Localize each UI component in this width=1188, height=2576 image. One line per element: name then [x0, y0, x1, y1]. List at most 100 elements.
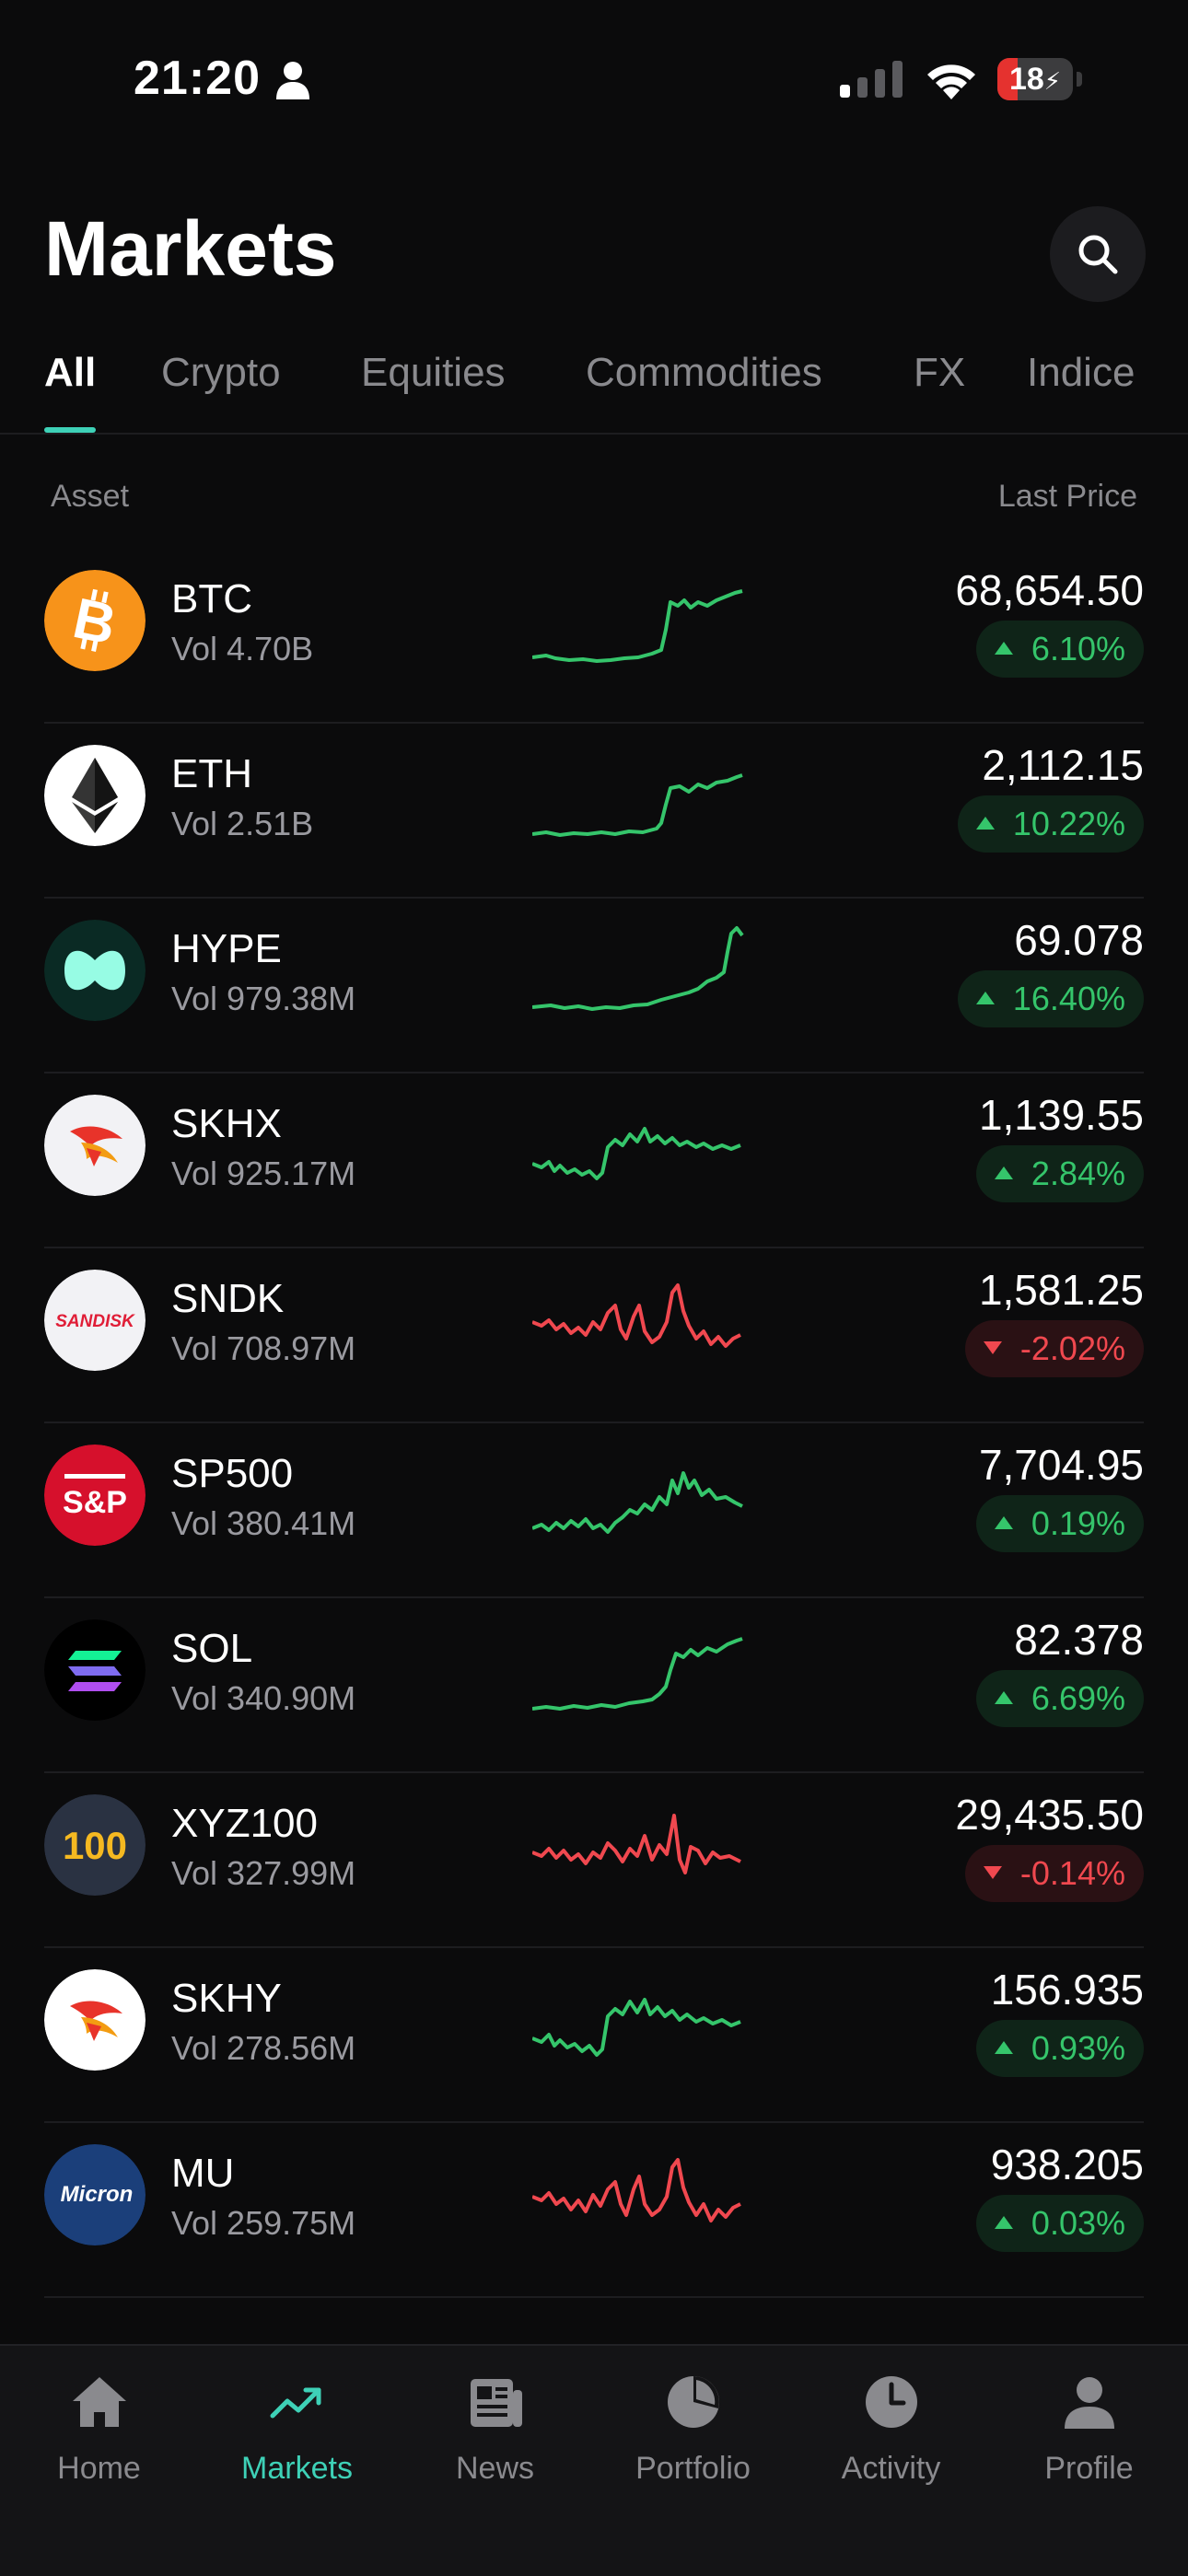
sparkline-chart	[532, 589, 743, 663]
caret-up-icon	[975, 992, 995, 1005]
status-time: 21:20	[134, 52, 261, 105]
caret-up-icon	[994, 1166, 1013, 1180]
asset-volume: Vol 979.38M	[171, 980, 356, 1017]
asset-volume: Vol 380.41M	[171, 1504, 356, 1542]
asset-volume: Vol 259.75M	[171, 2204, 356, 2242]
sparkline-chart	[532, 2158, 741, 2222]
asset-row-sol[interactable]: SOL Vol 340.90M 82.378 6.69%	[44, 1596, 1144, 1773]
pie-icon	[668, 2376, 719, 2428]
sparkline-chart	[532, 1283, 741, 1348]
caret-down-icon	[983, 1866, 1002, 1880]
home-icon	[73, 2377, 126, 2427]
asset-row-xyz100[interactable]: 100 XYZ100 Vol 327.99M 29,435.50 -0.14%	[44, 1771, 1144, 1948]
clock-icon	[866, 2376, 917, 2428]
asset-price: 1,581.25	[978, 1266, 1144, 1314]
change-badge: 0.03%	[975, 2195, 1144, 2252]
asset-symbol: ETH	[171, 751, 252, 796]
asset-volume: Vol 925.17M	[171, 1155, 356, 1192]
sandisk-logo: SANDISK	[44, 1270, 146, 1371]
sparkline-chart	[532, 1471, 743, 1534]
asset-volume: Vol 2.51B	[171, 805, 314, 842]
change-badge: 10.22%	[957, 795, 1144, 853]
nav-profile[interactable]: Profile	[990, 2372, 1188, 2510]
asset-price: 1,139.55	[978, 1091, 1144, 1139]
svg-text:SANDISK: SANDISK	[55, 1312, 135, 1331]
asset-row-mu[interactable]: Micron MU Vol 259.75M 938.205 0.03%	[44, 2121, 1144, 2298]
status-bar: 21:20 18⚡	[0, 0, 1188, 157]
asset-row-skhy[interactable]: SKHY Vol 278.56M 156.935 0.93%	[44, 1946, 1144, 2123]
trend-icon	[270, 2387, 321, 2419]
change-badge: 0.93%	[975, 2020, 1144, 2077]
caret-up-icon	[994, 642, 1013, 656]
tab-equities[interactable]: Equities	[361, 350, 506, 396]
caret-up-icon	[975, 817, 995, 830]
change-badge: 0.19%	[975, 1495, 1144, 1552]
asset-price: 938.205	[990, 2141, 1144, 2188]
tab-all[interactable]: All	[44, 350, 96, 396]
asset-symbol: SKHY	[171, 1976, 282, 2021]
caret-down-icon	[983, 1341, 1002, 1355]
caret-up-icon	[994, 1516, 1013, 1530]
asset-symbol: XYZ100	[171, 1801, 318, 1846]
sparkline-chart	[532, 926, 744, 1011]
asset-volume: Vol 327.99M	[171, 1854, 356, 1892]
asset-row-sp500[interactable]: S&P SP500 Vol 380.41M 7,704.95 0.19%	[44, 1421, 1144, 1598]
asset-price: 69.078	[1014, 916, 1144, 964]
change-badge: 6.10%	[975, 621, 1144, 678]
asset-symbol: SNDK	[171, 1276, 285, 1321]
cellular-signal-icon	[840, 61, 903, 98]
asset-symbol: HYPE	[171, 926, 282, 971]
sparkline-chart	[532, 1998, 741, 2057]
asset-price: 29,435.50	[955, 1791, 1144, 1839]
category-tabs: All Crypto Equities Commodities FX Indic…	[0, 350, 1188, 435]
battery-level: 18	[1008, 62, 1044, 97]
ethereum-logo	[44, 745, 146, 846]
nav-news[interactable]: News	[396, 2372, 594, 2510]
asset-symbol: SOL	[171, 1626, 253, 1671]
asset-row-skhx[interactable]: SKHX Vol 925.17M 1,139.55 2.84%	[44, 1072, 1144, 1248]
asset-row-sndk[interactable]: SANDISK SNDK Vol 708.97M 1,581.25 -2.02%	[44, 1247, 1144, 1423]
asset-price: 68,654.50	[955, 566, 1144, 614]
tab-crypto[interactable]: Crypto	[161, 350, 281, 396]
battery-indicator: 18⚡	[997, 58, 1084, 100]
caret-up-icon	[994, 2041, 1013, 2055]
person-icon	[1065, 2377, 1114, 2429]
hyperliquid-logo	[44, 920, 146, 1021]
asset-price: 2,112.15	[982, 741, 1144, 789]
tab-indices[interactable]: Indice	[1027, 350, 1135, 396]
sparkline-chart	[532, 1637, 743, 1711]
asset-price: 82.378	[1014, 1616, 1144, 1664]
bottom-nav: Home Markets News Portfolio Activity Pro…	[0, 2344, 1188, 2576]
page-title: Markets	[44, 205, 337, 292]
change-badge: 2.84%	[975, 1145, 1144, 1202]
micron-logo: Micron	[44, 2144, 146, 2245]
change-badge: 6.69%	[975, 1670, 1144, 1727]
solana-logo	[44, 1619, 146, 1721]
sk-hynix-logo	[44, 1095, 146, 1196]
sk-hynix-logo	[44, 1969, 146, 2071]
asset-symbol: SP500	[171, 1451, 294, 1496]
bitcoin-logo: B	[44, 570, 146, 671]
nav-activity[interactable]: Activity	[792, 2372, 990, 2510]
change-badge: -0.14%	[964, 1845, 1144, 1902]
asset-volume: Vol 4.70B	[171, 630, 314, 667]
tab-fx[interactable]: FX	[914, 350, 965, 396]
tab-commodities[interactable]: Commodities	[586, 350, 822, 396]
search-button[interactable]	[1050, 206, 1146, 302]
change-badge: -2.02%	[964, 1320, 1144, 1377]
asset-price: 156.935	[990, 1966, 1144, 2013]
nav-portfolio[interactable]: Portfolio	[594, 2372, 792, 2510]
sparkline-chart	[532, 1127, 741, 1180]
asset-row-hype[interactable]: HYPE Vol 979.38M 69.078 16.40%	[44, 897, 1144, 1073]
nav-markets[interactable]: Markets	[198, 2372, 396, 2510]
asset-volume: Vol 278.56M	[171, 2029, 356, 2067]
column-header-last-price: Last Price	[997, 479, 1137, 514]
nav-home[interactable]: Home	[0, 2372, 198, 2510]
change-badge: 16.40%	[957, 970, 1144, 1027]
caret-up-icon	[994, 1691, 1013, 1705]
asset-symbol: BTC	[171, 576, 252, 621]
sparkline-chart	[532, 773, 743, 837]
asset-row-eth[interactable]: ETH Vol 2.51B 2,112.15 10.22%	[44, 722, 1144, 899]
asset-price: 7,704.95	[978, 1441, 1144, 1489]
asset-row-btc[interactable]: B BTC Vol 4.70B 68,654.50 6.10%	[44, 547, 1144, 724]
